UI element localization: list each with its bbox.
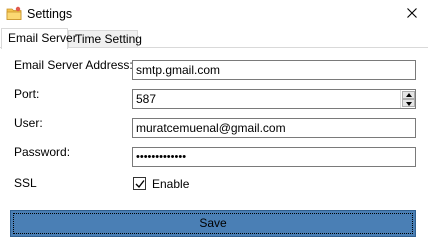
user-label: User: bbox=[14, 116, 43, 130]
checkmark-icon bbox=[135, 180, 145, 189]
save-button[interactable]: Save bbox=[10, 210, 416, 237]
title-bar: Settings bbox=[0, 0, 428, 28]
window-title: Settings bbox=[27, 7, 73, 21]
ssl-enable-label[interactable]: Enable bbox=[152, 177, 189, 191]
ssl-enable-checkbox[interactable] bbox=[133, 177, 146, 190]
user-input[interactable]: muratcemuenal@gmail.com bbox=[132, 118, 416, 138]
spin-up-button[interactable] bbox=[402, 91, 415, 99]
port-spinner bbox=[400, 90, 415, 108]
port-label: Port: bbox=[14, 87, 40, 101]
spin-down-button[interactable] bbox=[402, 99, 415, 107]
password-label: Password: bbox=[14, 145, 71, 159]
close-icon bbox=[407, 8, 417, 18]
server-address-label: Email Server Address: bbox=[14, 58, 133, 72]
settings-window: Settings Email Server Time Setting Email… bbox=[0, 0, 428, 246]
password-input[interactable]: ••••••••••••• bbox=[132, 147, 416, 167]
tab-email-server[interactable]: Email Server bbox=[1, 28, 77, 49]
arrow-down-icon bbox=[406, 102, 412, 106]
email-server-panel: Email Server Address: smtp.gmail.com Por… bbox=[0, 47, 428, 246]
ssl-label: SSL bbox=[14, 176, 37, 190]
arrow-up-icon bbox=[406, 93, 412, 97]
server-address-input[interactable]: smtp.gmail.com bbox=[132, 60, 416, 80]
folder-icon bbox=[6, 6, 22, 21]
port-stepper[interactable]: 587 bbox=[132, 89, 416, 109]
close-button[interactable] bbox=[400, 3, 424, 23]
port-value: 587 bbox=[136, 92, 157, 106]
tab-strip: Email Server Time Setting bbox=[0, 28, 428, 49]
tab-time-setting[interactable]: Time Setting bbox=[68, 30, 142, 48]
